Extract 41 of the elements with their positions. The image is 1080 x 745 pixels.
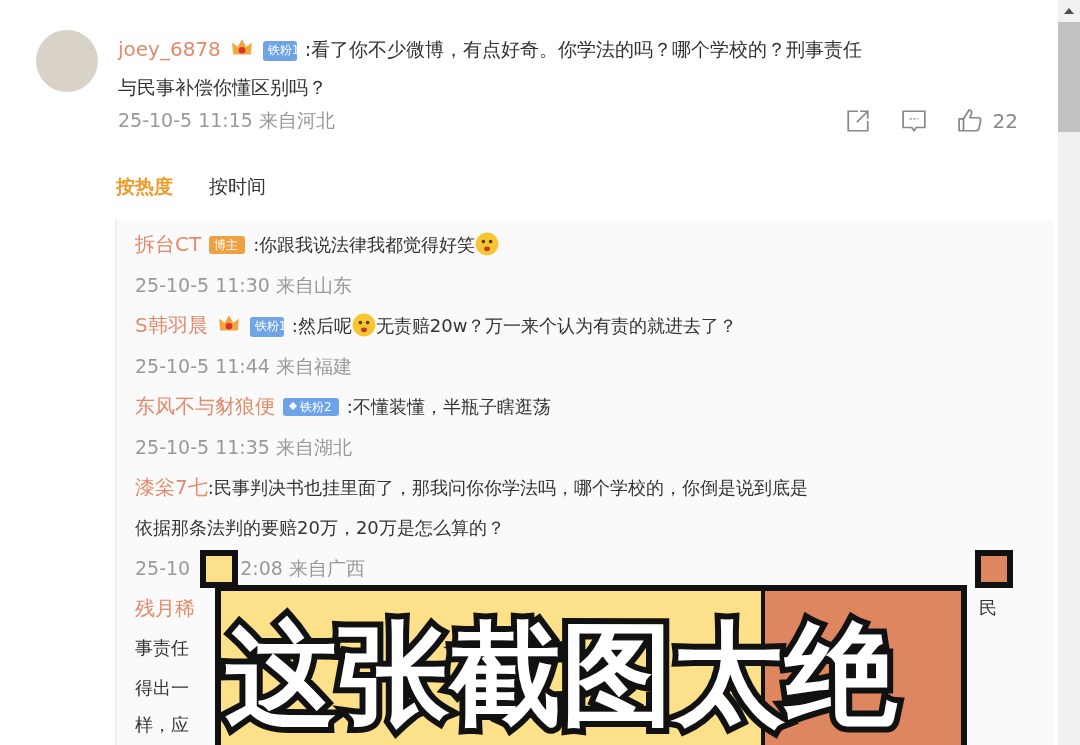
reply-text: :你跟我说法律我都觉得好笑 bbox=[253, 234, 476, 255]
comment-time: 25-10-5 11:15 来自河北 bbox=[118, 108, 335, 133]
username-link[interactable]: 东风不与豺狼便 bbox=[135, 394, 275, 418]
reply-text: :然后呢 bbox=[291, 315, 352, 336]
sort-tab[interactable]: 按热度 bbox=[116, 174, 173, 200]
comment-text: 与民事补偿你懂区别吗？ bbox=[118, 76, 327, 98]
username-link[interactable]: S韩羽晨 bbox=[135, 313, 208, 337]
comment-text: :看了你不少微博，有点好奇。你学法的吗？哪个学校的？刑事责任 bbox=[304, 38, 863, 60]
username-link[interactable]: joey_6878 bbox=[118, 37, 221, 61]
reply-text: 依据那条法判的要赔20万，20万是怎么算的？ bbox=[135, 517, 505, 538]
reply-time: 25-10-5 11:35 来自湖北 bbox=[135, 435, 352, 460]
scroll-thumb[interactable] bbox=[1058, 22, 1080, 132]
sort-tab[interactable]: 按时间 bbox=[209, 174, 266, 200]
emoji-icon bbox=[475, 232, 500, 256]
emoji-icon bbox=[351, 313, 376, 337]
corner-square bbox=[975, 550, 1013, 588]
crown-icon bbox=[217, 314, 240, 334]
crown-icon bbox=[230, 38, 253, 58]
thumbs-up-icon[interactable] bbox=[956, 108, 983, 134]
username-link[interactable]: 拆台CT bbox=[135, 232, 202, 256]
username-link[interactable]: 残月稀 bbox=[135, 588, 195, 628]
reply-time: 25-10 bbox=[135, 556, 191, 581]
reply-time: 25-10-5 11:44 来自福建 bbox=[135, 354, 352, 379]
reply-text: 事责任 bbox=[135, 637, 189, 658]
reply-text: :不懂装懂，半瓶子瞎逛荡 bbox=[346, 396, 551, 417]
reply-time: 2:08 来自广西 bbox=[240, 556, 365, 581]
reply-text: :民事判决书也挂里面了，那我问你你学法吗，哪个学校的，你倒是说到底是 bbox=[207, 477, 808, 498]
scroll-up-icon[interactable] bbox=[1064, 8, 1074, 14]
like-count: 22 bbox=[992, 109, 1018, 133]
reply-time: 25-10-5 11:30 来自山东 bbox=[135, 273, 352, 298]
reply-text: 得出一 bbox=[135, 677, 189, 698]
reply-text: 无责赔20w？万一来个认为有责的就进去了？ bbox=[375, 315, 738, 336]
scrollbar[interactable] bbox=[1058, 0, 1080, 745]
fan-badge: 铁粉2 bbox=[283, 398, 339, 416]
username-link[interactable]: 漆枀7七 bbox=[135, 475, 208, 499]
comment-icon[interactable] bbox=[900, 108, 927, 134]
reply-text: 样，应 bbox=[135, 714, 189, 735]
reply-text: 民 bbox=[979, 596, 997, 620]
diamond-icon bbox=[288, 401, 298, 411]
fan-badge: 博主 bbox=[209, 236, 246, 254]
share-icon[interactable] bbox=[844, 108, 871, 134]
